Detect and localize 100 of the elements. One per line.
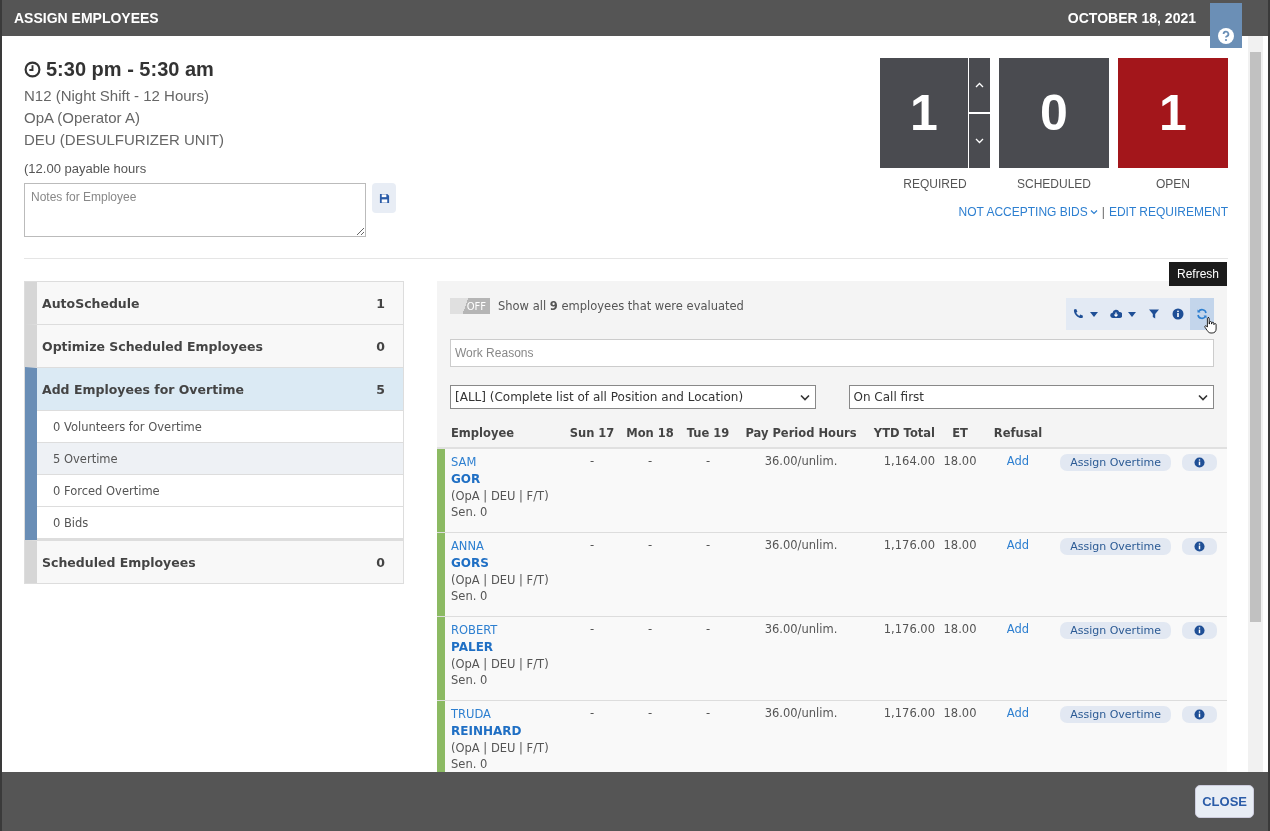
assign-overtime-button[interactable]: Assign Overtime (1060, 706, 1171, 723)
add-link[interactable]: Add (1006, 706, 1030, 720)
clock-icon (24, 61, 41, 78)
table-cell-text: - (704, 537, 712, 552)
employee-link[interactable]: REINHARD (451, 722, 522, 740)
table-cell-text: 1,164.00 (882, 453, 935, 468)
header-link[interactable]: EDIT REQUIREMENT (1108, 205, 1228, 219)
work-reasons-field[interactable]: Work Reasons (450, 339, 1214, 367)
assign-overtime-button[interactable]: Assign Overtime (1060, 538, 1171, 555)
info-icon (1194, 709, 1205, 720)
employee-detail: (OpA | DEU | F/T) (451, 488, 549, 504)
link-separator: | (1101, 205, 1105, 219)
seniority-text: Sen. 0 (451, 672, 488, 688)
scrollbar[interactable] (1248, 36, 1263, 772)
sidebar-item[interactable]: Optimize Scheduled Employees 0 (37, 325, 403, 367)
assign-overtime-button[interactable]: Assign Overtime (1060, 454, 1171, 471)
chevron-down-icon (1198, 393, 1208, 401)
count-tile: 0 (999, 58, 1109, 168)
table-cell-text: - (704, 705, 712, 720)
column-header: Mon 18 (625, 426, 675, 440)
info-button[interactable] (1182, 706, 1217, 723)
save-button[interactable] (372, 183, 396, 213)
add-link[interactable]: Add (1006, 538, 1030, 552)
employee-link[interactable]: TRUDA (451, 706, 491, 722)
table-cell-text: 18.00 (942, 537, 978, 552)
employee-link[interactable]: SAM (451, 454, 477, 470)
table-cell-text: 36.00/unlim. (763, 537, 839, 552)
chevron-down-icon (799, 393, 810, 401)
shift-detail: N12 (Night Shift - 12 Hours) (24, 86, 211, 106)
table-cell-text: - (646, 621, 654, 636)
caret-down-icon (1128, 311, 1136, 317)
seniority-text: Sen. 0 (451, 756, 488, 772)
table-cell-text: - (646, 453, 654, 468)
table-cell-text: 1,176.00 (882, 705, 935, 720)
info-button[interactable] (1182, 622, 1217, 639)
counter-label: OPEN (1156, 177, 1190, 191)
shift-detail: DEU (DESULFURIZER UNIT) (24, 130, 225, 150)
employee-link[interactable]: GOR (451, 470, 481, 488)
seniority-text: Sen. 0 (451, 504, 488, 520)
info-icon (1172, 308, 1184, 320)
notes-field[interactable]: Notes for Employee (24, 183, 366, 237)
close-button[interactable]: CLOSE (1195, 785, 1254, 818)
help-icon (1218, 28, 1234, 44)
employee-link[interactable]: ROBERT (451, 622, 498, 638)
shift-time: 5:30 pm - 5:30 am (46, 58, 214, 81)
add-link[interactable]: Add (1006, 454, 1030, 468)
table-cell-text: 18.00 (942, 705, 978, 720)
table-cell-text: - (704, 621, 712, 636)
info-button[interactable] (1182, 538, 1217, 555)
column-header: YTD Total (872, 426, 935, 440)
cloud-download-icon (1110, 308, 1122, 320)
count-tile: 1 (1118, 58, 1228, 168)
refresh-button[interactable] (1190, 298, 1214, 330)
add-link[interactable]: Add (1006, 622, 1030, 636)
chevron-down-icon (975, 138, 984, 144)
table-cell-text: 36.00/unlim. (763, 621, 839, 636)
column-header: Sun 17 (568, 426, 616, 440)
counter-label: REQUIRED (903, 177, 967, 191)
sidebar-item[interactable]: AutoSchedule 1 (37, 282, 403, 324)
help-button[interactable] (1210, 3, 1242, 48)
employee-detail: (OpA | DEU | F/T) (451, 740, 549, 756)
table-cell-text: 36.00/unlim. (763, 453, 839, 468)
table-cell-text: - (588, 621, 596, 636)
employee-detail: (OpA | DEU | F/T) (451, 656, 549, 672)
shift-detail: OpA (Operator A) (24, 108, 141, 128)
info-icon (1194, 625, 1205, 636)
caret-down-icon (1090, 311, 1098, 317)
column-header: ET (951, 426, 969, 440)
sidebar-item[interactable]: Add Employees for Overtime 5 (37, 368, 403, 411)
employee-link[interactable]: PALER (451, 638, 494, 656)
sidebar-item[interactable]: Scheduled Employees 0 (37, 541, 403, 583)
employee-detail: (OpA | DEU | F/T) (451, 572, 549, 588)
table-cell-text: 1,176.00 (882, 537, 935, 552)
table-cell-text: - (704, 453, 712, 468)
info-button[interactable] (1182, 454, 1217, 471)
tooltip: Refresh (1168, 262, 1227, 286)
employee-link[interactable]: GORS (451, 554, 489, 572)
table-cell-text: - (646, 537, 654, 552)
window-title: ASSIGN EMPLOYEES (14, 10, 160, 26)
counter-label: SCHEDULED (1017, 177, 1091, 191)
dropdown-field[interactable]: [ALL] (Complete list of all Position and Location) (450, 385, 816, 409)
table-cell-text: 1,176.00 (882, 621, 935, 636)
info-icon (1194, 457, 1205, 468)
count-tile: 1 (880, 58, 968, 168)
filter-text: Show all 9 employees that were evaluated (498, 299, 745, 313)
table-cell-text: - (646, 705, 654, 720)
assign-overtime-button[interactable]: Assign Overtime (1060, 622, 1171, 639)
table-cell-text: - (588, 537, 596, 552)
table-cell-text: 36.00/unlim. (763, 705, 839, 720)
table-cell-text: 18.00 (942, 621, 978, 636)
filter-icon (1148, 308, 1160, 320)
column-header: Tue 19 (685, 426, 731, 440)
dropdown-field[interactable]: On Call first (848, 385, 1214, 409)
refresh-icon (1196, 308, 1208, 320)
hand-cursor-icon (1204, 316, 1218, 334)
payable-hours: (12.00 payable hours (24, 161, 148, 176)
sidebar-subitem[interactable]: 5 Overtime (37, 443, 403, 475)
employee-link[interactable]: ANNA (451, 538, 484, 554)
date-label: OCTOBER 18, 2021 (1067, 10, 1196, 26)
header-link[interactable]: NOT ACCEPTING BIDS (958, 205, 1098, 219)
